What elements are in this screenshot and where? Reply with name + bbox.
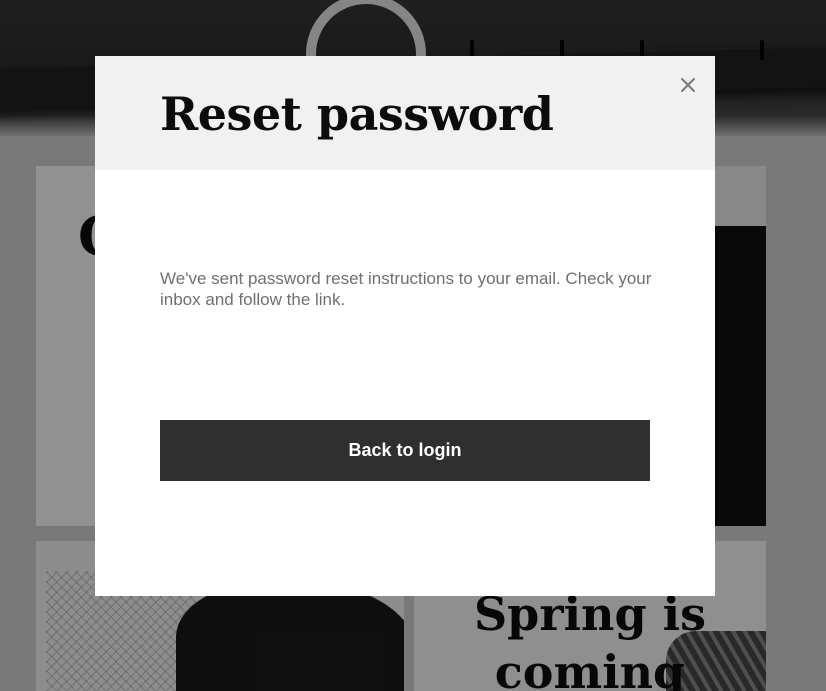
close-button[interactable] [675, 72, 701, 98]
reset-password-modal: Reset password We've sent password reset… [95, 56, 715, 596]
reset-instructions-message: We've sent password reset instructions t… [160, 269, 652, 309]
close-icon [681, 78, 695, 92]
modal-header: Reset password [95, 56, 715, 170]
page: C Spring is coming Reset password We've … [0, 0, 826, 691]
modal-title: Reset password [160, 87, 554, 141]
back-to-login-button[interactable]: Back to login [160, 420, 650, 481]
